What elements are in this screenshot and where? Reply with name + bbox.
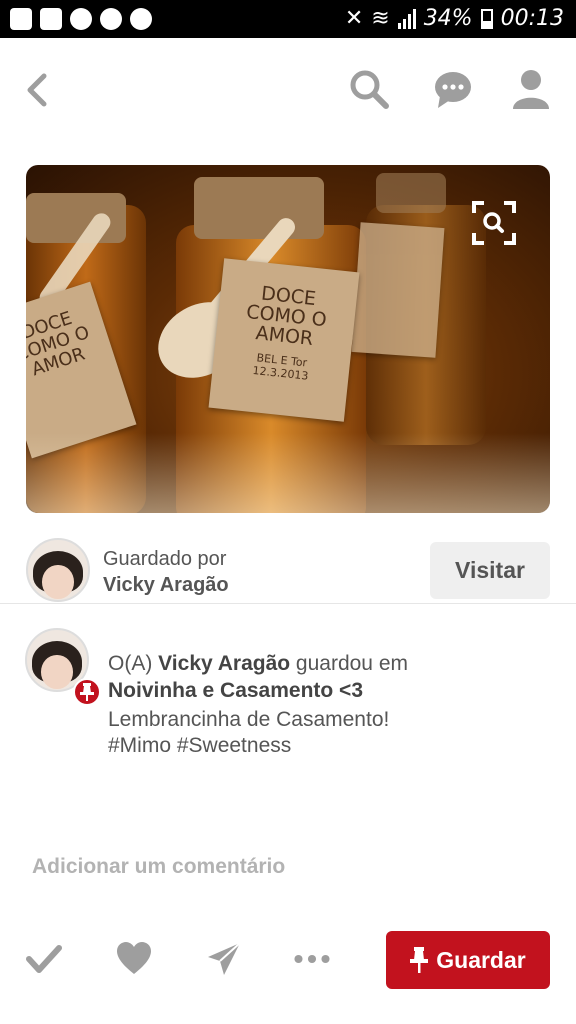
pin-image[interactable]: DOCE COMO O AMOR DOCE COMO O AMOR BEL E … bbox=[26, 165, 550, 513]
pin-user-link[interactable]: Vicky Aragão bbox=[158, 652, 290, 675]
clock: 00:13 bbox=[500, 6, 564, 31]
pin-badge bbox=[73, 678, 101, 706]
pin-icon bbox=[80, 683, 94, 701]
messenger-icon bbox=[130, 8, 152, 30]
gift-tag bbox=[351, 222, 445, 358]
pin-attribution: O(A) Vicky Aragão guardou em bbox=[108, 652, 408, 675]
saved-by-row: Guardado por Vicky Aragão Visitar bbox=[0, 528, 576, 604]
send-icon[interactable] bbox=[206, 941, 242, 977]
save-button[interactable]: Guardar bbox=[386, 931, 550, 989]
mute-icon: ✕ bbox=[344, 6, 364, 31]
back-icon[interactable] bbox=[22, 72, 52, 108]
wifi-icon: ≋ bbox=[371, 6, 390, 31]
chat-icon[interactable] bbox=[432, 68, 474, 110]
pin-hashtags[interactable]: #Mimo #Sweetness bbox=[108, 734, 291, 758]
pin-description: Lembrancinha de Casamento! bbox=[108, 708, 390, 731]
search-icon[interactable] bbox=[348, 68, 390, 110]
profile-icon[interactable] bbox=[510, 68, 552, 110]
cork bbox=[26, 193, 126, 243]
cork bbox=[194, 177, 324, 239]
save-button-label: Guardar bbox=[436, 946, 526, 973]
signal-icon bbox=[397, 8, 416, 29]
pin-icon bbox=[410, 947, 429, 973]
messenger-icon bbox=[100, 8, 122, 30]
avatar[interactable] bbox=[26, 538, 90, 602]
visual-search-icon[interactable] bbox=[472, 201, 516, 245]
status-right: ✕ ≋ 34% 00:13 bbox=[345, 6, 564, 31]
visit-button[interactable]: Visitar bbox=[430, 542, 550, 599]
battery-icon bbox=[480, 8, 493, 29]
app-icon bbox=[70, 8, 92, 30]
notification-icons bbox=[10, 8, 152, 30]
top-bar bbox=[0, 38, 576, 142]
gallery-icon bbox=[10, 8, 32, 30]
cork bbox=[376, 173, 446, 213]
saved-by-name[interactable]: Vicky Aragão bbox=[103, 574, 229, 597]
check-icon[interactable] bbox=[26, 941, 62, 977]
battery-percent: 34% bbox=[423, 6, 473, 31]
more-icon[interactable] bbox=[294, 941, 330, 977]
heart-icon[interactable] bbox=[116, 941, 152, 977]
status-bar: ✕ ≋ 34% 00:13 bbox=[0, 0, 576, 38]
saved-by-label: Guardado por bbox=[103, 548, 227, 570]
pin-details: O(A) Vicky Aragão guardou em Noivinha e … bbox=[0, 620, 576, 780]
gift-tag: DOCE COMO O AMOR BEL E Tor 12.3.2013 bbox=[208, 258, 360, 422]
action-bar: Guardar bbox=[0, 925, 576, 995]
comment-input[interactable]: Adicionar um comentário bbox=[32, 855, 285, 879]
light-glow bbox=[26, 433, 550, 513]
email-icon bbox=[40, 8, 62, 30]
board-link[interactable]: Noivinha e Casamento <3 bbox=[108, 679, 363, 703]
